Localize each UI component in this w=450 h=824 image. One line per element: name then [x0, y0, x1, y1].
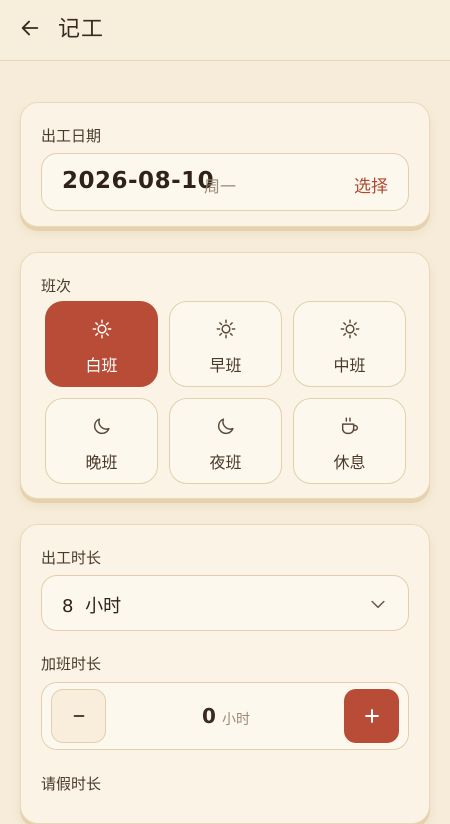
work-hours-label: 出工时长 [41, 549, 102, 567]
duration-card: 出工时长 8 小时 加班时长 0 小时 请假时长 [20, 524, 430, 824]
shift-option-night[interactable]: 夜班 [169, 398, 282, 484]
work-hours-value: 8 小时 [62, 596, 122, 617]
back-button[interactable] [12, 10, 48, 46]
overtime-stepper: 0 小时 [41, 682, 409, 750]
sun-icon [340, 319, 359, 339]
overtime-label: 加班时长 [41, 655, 102, 673]
shift-option-label: 中班 [333, 356, 366, 375]
coffee-cup-icon [341, 417, 358, 435]
shift-option-rest[interactable]: 休息 [293, 398, 406, 484]
date-select-button[interactable]: 选择 [354, 172, 388, 197]
overtime-unit: 小时 [222, 712, 250, 728]
shift-option-label: 早班 [209, 356, 242, 375]
shift-label: 班次 [41, 277, 72, 295]
date-field[interactable]: 2026-08-10 周一 选择 [41, 153, 409, 211]
arrow-left-icon [21, 20, 39, 36]
work-hours-select[interactable]: 8 小时 [41, 575, 409, 631]
shift-option-label: 夜班 [209, 453, 242, 472]
minus-icon [73, 715, 84, 717]
shift-option-day[interactable]: 白班 [45, 301, 158, 387]
shift-option-early[interactable]: 早班 [169, 301, 282, 387]
app-bar: 记工 [0, 0, 450, 61]
overtime-decrease-button[interactable] [51, 689, 106, 743]
overtime-value: 0 [202, 704, 216, 728]
chevron-down-icon [371, 600, 385, 609]
overtime-increase-button[interactable] [344, 689, 399, 743]
page-title: 记工 [58, 17, 105, 42]
plus-icon [364, 709, 379, 723]
shift-option-label: 晚班 [85, 453, 118, 472]
shift-option-label: 白班 [85, 356, 118, 375]
sun-icon [216, 319, 235, 339]
moon-icon [93, 418, 110, 435]
date-value: 2026-08-10 [62, 168, 215, 194]
shift-option-label: 休息 [333, 453, 366, 472]
sun-icon [92, 319, 111, 339]
shift-option-evening[interactable]: 晚班 [45, 398, 158, 484]
shift-card: 班次 白班 早班 中班 晚班 夜班 休息 [20, 252, 430, 499]
date-label: 出工日期 [41, 127, 102, 145]
shift-option-middle[interactable]: 中班 [293, 301, 406, 387]
date-card: 出工日期 2026-08-10 周一 选择 [20, 102, 430, 227]
leave-label: 请假时长 [41, 775, 102, 793]
date-weekday: 周一 [204, 177, 237, 196]
moon-icon [217, 418, 234, 435]
